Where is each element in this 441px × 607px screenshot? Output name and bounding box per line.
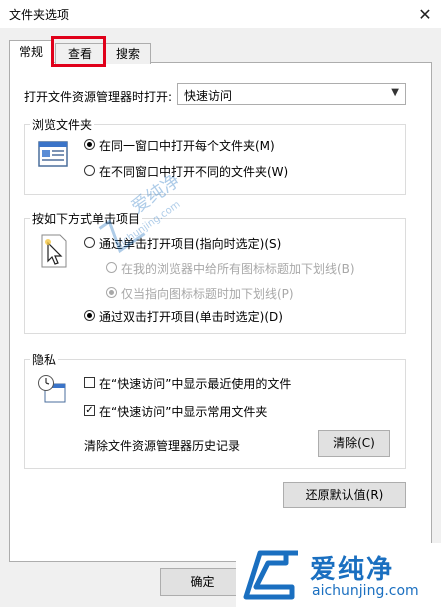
privacy-title: 隐私 [30, 351, 59, 368]
radio-double-click[interactable] [84, 310, 95, 321]
watermark-logo-url: aichunjing.com [312, 583, 419, 599]
open-explorer-label: 打开文件资源管理器时打开: [24, 90, 173, 104]
underline-point-label: 仅当指向图标标题时加下划线(P) [121, 287, 294, 301]
view-tab-highlight-box [51, 36, 106, 67]
double-click-label: 通过双击打开项目(单击时选定)(D) [99, 310, 283, 324]
restore-defaults-button[interactable]: 还原默认值(R) [283, 482, 406, 508]
tab-general[interactable]: 常规 [9, 40, 53, 64]
checkbox-frequent-folders[interactable]: ✓ [84, 405, 95, 416]
close-icon[interactable]: ✕ [409, 0, 441, 28]
recent-files-label: 在“快速访问”中显示最近使用的文件 [99, 377, 292, 391]
watermark-logo-mark [243, 550, 298, 600]
open-explorer-dropdown[interactable]: 快速访问 ▼ [177, 83, 406, 105]
title-bar: 文件夹选项 ✕ [0, 0, 441, 28]
pointer-click-icon [39, 233, 69, 269]
clear-history-label: 清除文件资源管理器历史记录 [84, 439, 241, 453]
ok-button[interactable]: 确定 [160, 568, 245, 596]
browse-folders-icon [38, 141, 68, 167]
frequent-folders-label: 在“快速访问”中显示常用文件夹 [99, 405, 268, 419]
checkbox-recent-files[interactable] [84, 377, 95, 388]
watermark-center: 爱纯净 aichunjing.com [80, 160, 210, 270]
radio-same-window[interactable] [84, 139, 95, 150]
clear-button[interactable]: 清除(C) [318, 430, 390, 457]
history-clock-icon [37, 374, 67, 404]
chevron-down-icon: ▼ [391, 87, 399, 98]
option-same-window-label: 在同一窗口中打开每个文件夹(M) [99, 139, 275, 153]
watermark-logo: 爱纯净 aichunjing.com [236, 543, 441, 607]
dropdown-selected-value: 快速访问 [184, 89, 233, 103]
browse-folders-title: 浏览文件夹 [30, 116, 95, 133]
radio-underline-point[interactable] [106, 287, 117, 298]
tab-search[interactable]: 搜索 [105, 43, 151, 64]
watermark-logo-brand: 爱纯净 [310, 555, 395, 585]
window-title: 文件夹选项 [9, 8, 70, 22]
